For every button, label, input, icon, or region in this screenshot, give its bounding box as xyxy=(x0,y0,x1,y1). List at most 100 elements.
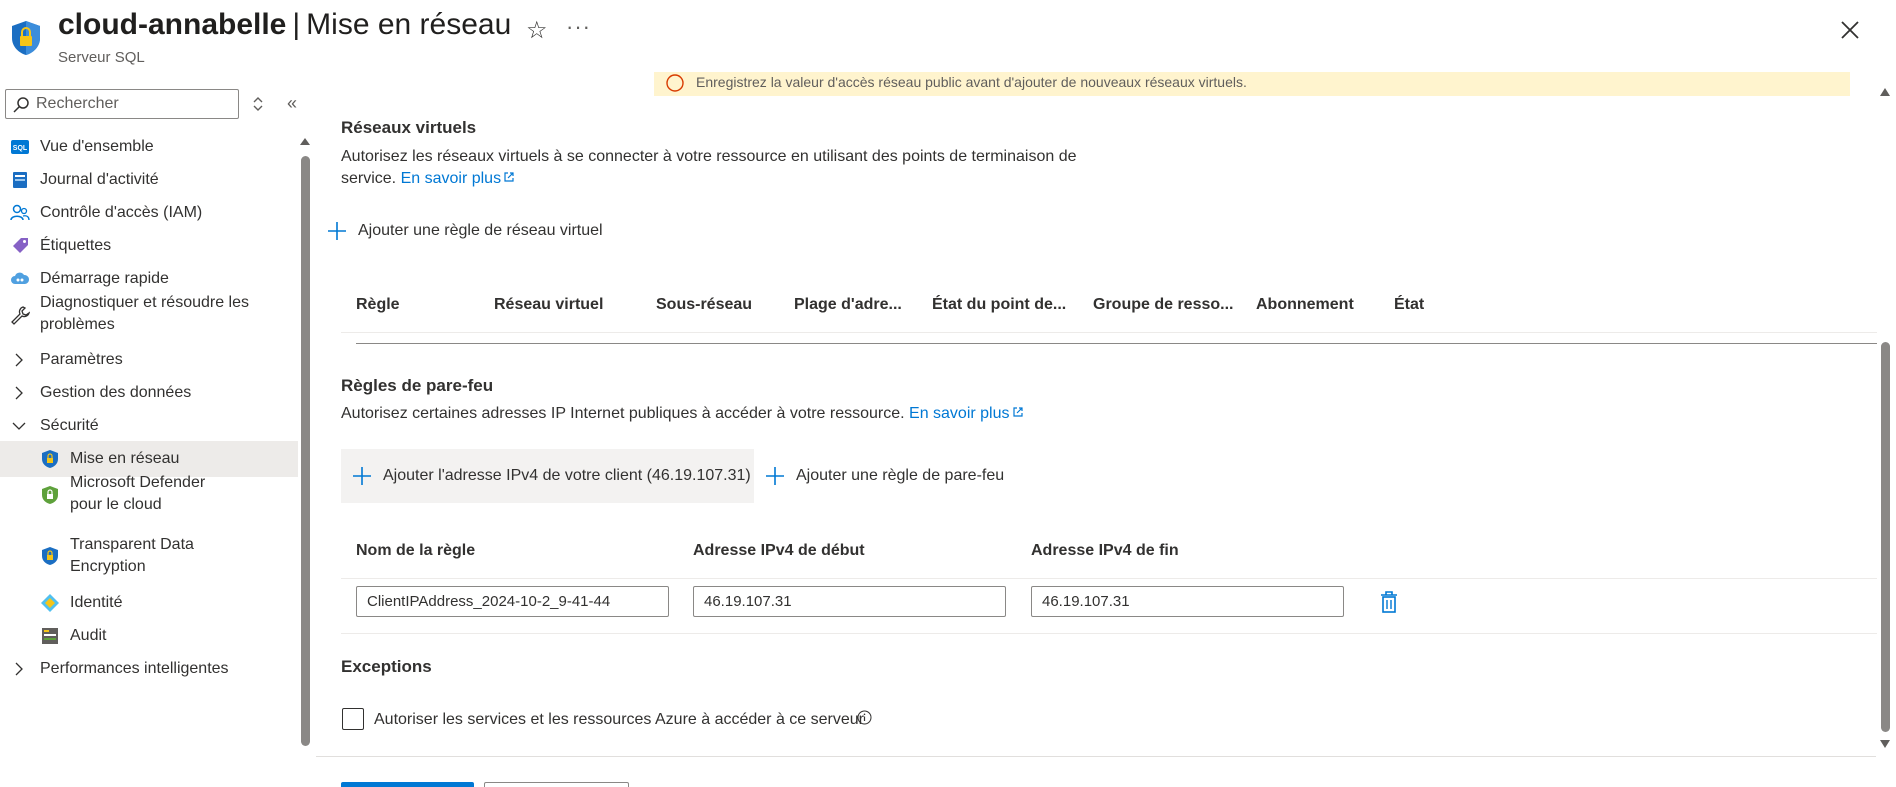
plus-icon xyxy=(353,467,371,485)
menu-item-label: Sécurité xyxy=(40,417,99,434)
menu-item-tde[interactable]: Transparent Data Encryption xyxy=(0,534,298,578)
search-icon xyxy=(13,97,29,113)
menu-item-label: Performances intelligentes xyxy=(40,660,229,677)
resource-type: Serveur SQL xyxy=(58,49,145,66)
chevron-down-icon xyxy=(12,422,26,430)
footer-divider xyxy=(316,756,1876,757)
warning-icon xyxy=(666,74,684,92)
external-link-icon xyxy=(1012,407,1023,417)
page-title: cloud-annabelle | Mise en réseau xyxy=(58,8,511,42)
add-firewall-rule-button[interactable]: Ajouter une règle de pare-feu xyxy=(754,449,1004,503)
menu-group-intelligent-performance[interactable]: Performances intelligentes xyxy=(0,651,298,687)
vnet-description-tail: service. xyxy=(341,170,397,187)
menu-item-label-line2: problèmes xyxy=(40,316,115,333)
collapse-menu-icon[interactable]: « xyxy=(287,94,297,112)
menu-item-label: Journal d'activité xyxy=(40,171,159,188)
firewall-learn-more-link[interactable]: En savoir plus xyxy=(909,405,1024,422)
menu-item-overview[interactable]: SQL Vue d'ensemble xyxy=(0,129,298,165)
add-firewall-rule-label: Ajouter une règle de pare-feu xyxy=(796,467,1005,484)
menu-item-label: Étiquettes xyxy=(40,237,112,254)
shield-icon xyxy=(42,450,58,468)
menu-item-iam[interactable]: Contrôle d'accès (IAM) xyxy=(0,195,298,231)
menu-item-label-line1: Microsoft Defender xyxy=(70,474,206,491)
scroll-down-arrow[interactable] xyxy=(1880,740,1890,748)
discard-button[interactable] xyxy=(484,782,629,787)
firewall-description: Autorisez certaines adresses IP Internet… xyxy=(341,403,1024,425)
menu-item-label: Mise en réseau xyxy=(70,450,180,467)
content-scrollbar[interactable] xyxy=(1878,84,1892,754)
menu-group-data-management[interactable]: Gestion des données xyxy=(0,375,298,411)
warning-text: Enregistrez la valeur d'accès réseau pub… xyxy=(696,74,1247,90)
menu-item-label: Gestion des données xyxy=(40,384,192,401)
svg-text:SQL: SQL xyxy=(13,145,28,152)
scrollbar-thumb[interactable] xyxy=(301,156,310,746)
column-header-rule[interactable]: Règle xyxy=(356,296,400,314)
blade-name: Mise en réseau xyxy=(306,8,512,41)
vnet-description-line2: service. En savoir plus xyxy=(341,168,515,190)
add-client-ip-label: Ajouter l'adresse IPv4 de votre client (… xyxy=(383,467,751,484)
menu-item-diagnose[interactable]: Diagnostiquer et résoudre les problèmes xyxy=(0,292,298,336)
rule-name-input[interactable] xyxy=(356,586,669,617)
chevron-right-icon xyxy=(15,386,23,400)
menu-group-settings[interactable]: Paramètres xyxy=(0,342,298,378)
exceptions-section-title: Exceptions xyxy=(341,657,432,676)
allow-azure-services-label: Autoriser les services et les ressources… xyxy=(374,711,864,728)
column-header-resource-group[interactable]: Groupe de resso... xyxy=(1093,296,1233,314)
vnet-grid-bottom-border xyxy=(356,343,1877,344)
column-header-subscription[interactable]: Abonnement xyxy=(1256,296,1354,314)
menu-search-box[interactable] xyxy=(5,89,239,119)
save-button[interactable] xyxy=(341,782,474,787)
chevron-right-icon xyxy=(15,662,23,676)
vnet-learn-more-link[interactable]: En savoir plus xyxy=(401,170,516,187)
firewall-description-text: Autorisez certaines adresses IP Internet… xyxy=(341,405,905,422)
cloud-icon xyxy=(11,272,30,284)
people-icon xyxy=(10,204,30,221)
warning-banner: Enregistrez la valeur d'accès réseau pub… xyxy=(654,72,1850,96)
menu-scrollbar[interactable] xyxy=(298,136,312,756)
sort-updown-icon[interactable] xyxy=(250,94,266,114)
close-icon[interactable] xyxy=(1836,16,1864,44)
add-vnet-rule-button[interactable]: Ajouter une règle de réseau virtuel xyxy=(316,204,603,258)
delete-icon[interactable] xyxy=(1378,590,1400,614)
menu-item-tags[interactable]: Étiquettes xyxy=(0,228,298,264)
add-client-ip-button[interactable]: Ajouter l'adresse IPv4 de votre client (… xyxy=(341,449,754,503)
menu-item-label: Contrôle d'accès (IAM) xyxy=(40,204,203,221)
learn-more-text: En savoir plus xyxy=(909,405,1010,422)
menu-item-label-line1: Diagnostiquer et résoudre les xyxy=(40,294,250,311)
scroll-up-arrow[interactable] xyxy=(1880,88,1890,96)
audit-icon xyxy=(42,628,58,644)
column-header-address-range[interactable]: Plage d'adre... xyxy=(794,296,902,314)
star-icon[interactable]: ☆ xyxy=(526,16,548,45)
menu-item-identity[interactable]: Identité xyxy=(0,585,298,621)
column-header-vnet[interactable]: Réseau virtuel xyxy=(494,296,603,314)
column-header-start-ip: Adresse IPv4 de début xyxy=(693,542,865,559)
title-separator: | xyxy=(292,8,301,41)
end-ip-input[interactable] xyxy=(1031,586,1344,617)
menu-item-audit[interactable]: Audit xyxy=(0,618,298,654)
sql-shield-icon xyxy=(12,21,40,55)
menu-group-security[interactable]: Sécurité xyxy=(0,408,298,444)
shield-icon xyxy=(42,547,58,565)
menu-item-label-line2: pour le cloud xyxy=(70,496,162,513)
resource-name: cloud-annabelle xyxy=(58,8,287,41)
external-link-icon xyxy=(504,172,514,182)
ellipsis-icon[interactable]: ··· xyxy=(566,14,591,40)
menu-item-defender[interactable]: Microsoft Defender pour le cloud xyxy=(0,472,298,516)
vnet-grid-header-divider xyxy=(341,332,1877,333)
allow-azure-services-checkbox[interactable] xyxy=(342,708,364,730)
wrench-icon xyxy=(11,306,30,325)
scroll-up-arrow[interactable] xyxy=(300,138,310,145)
column-header-subnet[interactable]: Sous-réseau xyxy=(656,296,752,314)
info-icon[interactable] xyxy=(857,710,872,725)
menu-search-input[interactable] xyxy=(36,93,234,115)
identity-icon xyxy=(41,594,59,612)
column-header-endpoint-state[interactable]: État du point de... xyxy=(932,296,1066,314)
column-header-status[interactable]: État xyxy=(1394,296,1424,314)
menu-item-activity-log[interactable]: Journal d'activité xyxy=(0,162,298,198)
scrollbar-thumb[interactable] xyxy=(1881,342,1890,732)
start-ip-input[interactable] xyxy=(693,586,1006,617)
vnet-section-title: Réseaux virtuels xyxy=(341,118,477,137)
firewall-grid-header-divider xyxy=(341,578,1877,579)
column-header-end-ip: Adresse IPv4 de fin xyxy=(1031,542,1179,559)
column-header-rule-name: Nom de la règle xyxy=(356,542,476,559)
